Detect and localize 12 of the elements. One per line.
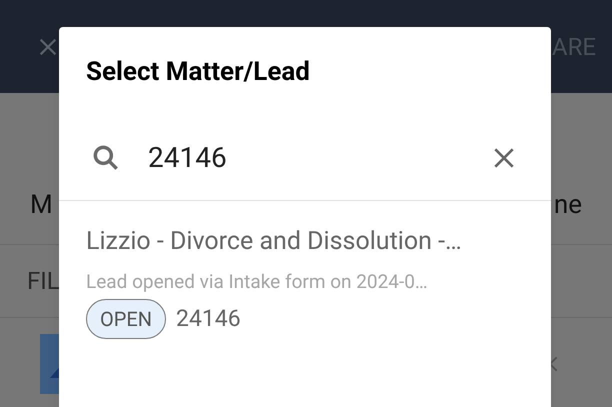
thumbnail-icon	[40, 334, 59, 394]
search-input[interactable]: 24146	[148, 136, 491, 178]
result-subtitle: Lead opened via Intake form on 2024-0…	[86, 269, 429, 295]
row-label: M	[30, 189, 53, 222]
dialog-title: Select Matter/Lead	[86, 56, 310, 88]
row-label: FIL	[27, 266, 60, 297]
search-field[interactable]: 24146	[59, 115, 551, 201]
result-item[interactable]: Lizzio - Divorce and Dissolution -… Lead opened via Intake form on 2024-0… OPEN 24146	[59, 201, 551, 351]
row-value: ne	[554, 189, 582, 222]
result-number: 24146	[176, 304, 241, 334]
result-title: Lizzio - Divorce and Dissolution -…	[86, 226, 463, 258]
status-chip: OPEN	[86, 299, 166, 339]
